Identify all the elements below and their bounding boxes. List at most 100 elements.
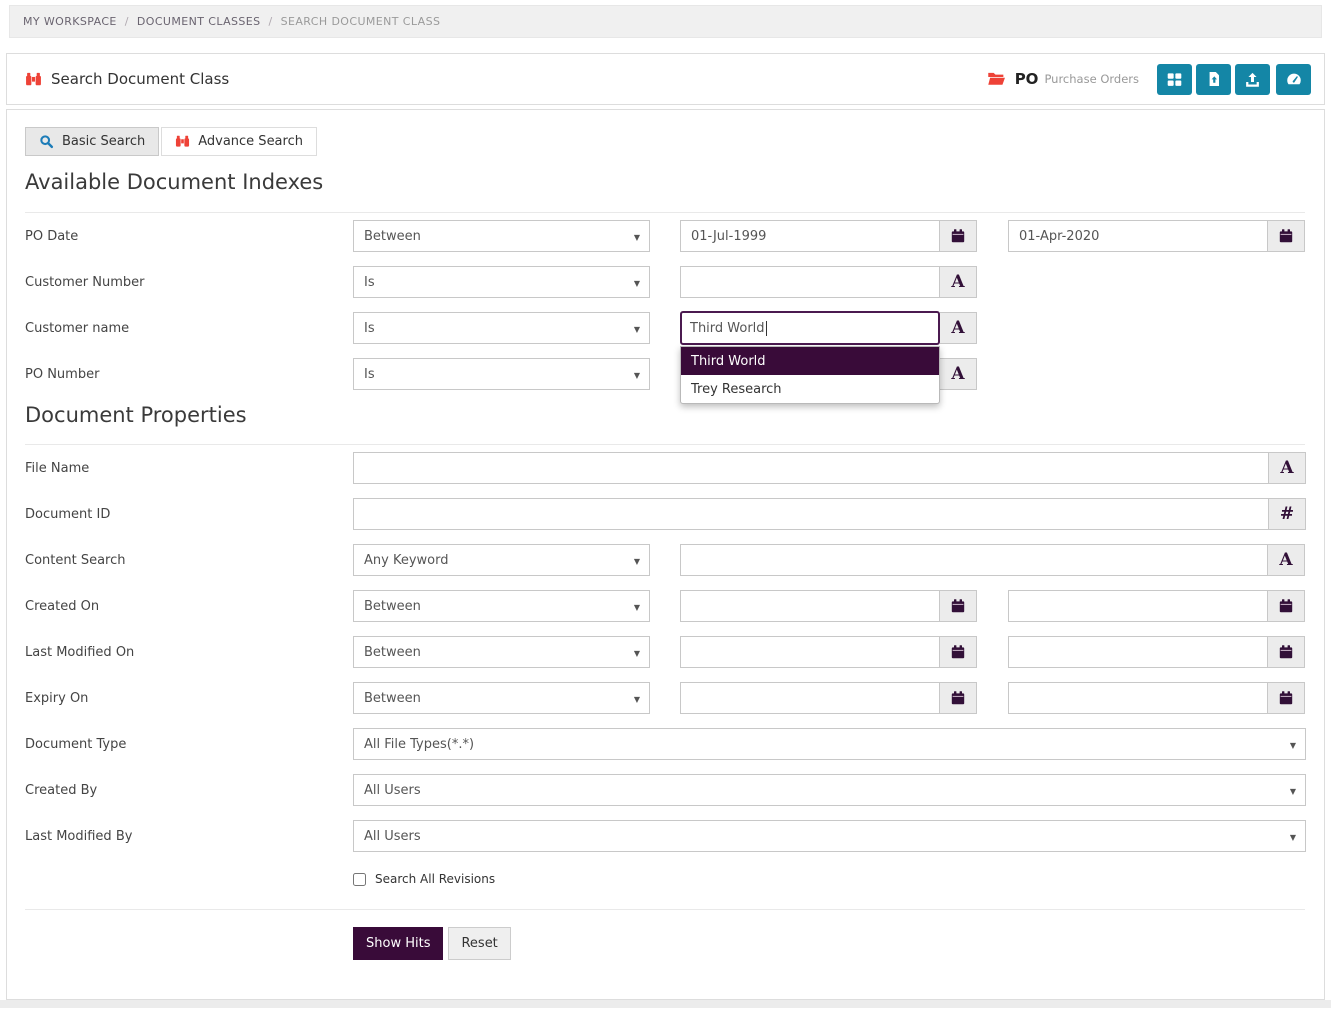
chevron-down-icon: ▼	[634, 371, 640, 380]
suggestion-third-world[interactable]: Third World	[681, 347, 939, 375]
created-on-from-group	[680, 590, 977, 622]
reset-button[interactable]: Reset	[448, 927, 510, 960]
content-search-operator-select[interactable]: Any Keyword ▼	[353, 544, 650, 576]
properties-section-heading: Document Properties	[25, 403, 1305, 427]
created-on-row: Created On Between ▼	[25, 583, 1305, 629]
po-date-from-input[interactable]	[680, 220, 940, 252]
customer-name-row: Customer name Is ▼ Third World A Third W…	[25, 305, 1305, 351]
po-date-to-group	[1008, 220, 1305, 252]
expiry-on-from-group	[680, 682, 977, 714]
created-on-to-calendar-button[interactable]	[1268, 590, 1305, 622]
actions-row: Show Hits Reset	[353, 927, 1305, 960]
customer-number-type-button[interactable]: A	[940, 266, 977, 298]
calendar-icon	[950, 598, 966, 614]
expiry-on-from-input[interactable]	[680, 682, 940, 714]
document-id-group: #	[353, 498, 1306, 530]
created-on-from-input[interactable]	[680, 590, 940, 622]
customer-name-operator-value: Is	[364, 321, 375, 336]
customer-number-group: A	[680, 266, 977, 298]
expiry-on-operator-select[interactable]: Between ▼	[353, 682, 650, 714]
content-search-group: A	[680, 544, 1305, 576]
last-modified-on-to-calendar-button[interactable]	[1268, 636, 1305, 668]
document-id-type-button[interactable]: #	[1269, 498, 1306, 530]
customer-number-input[interactable]	[680, 266, 940, 298]
content-search-operator-value: Any Keyword	[364, 553, 448, 568]
binoculars-icon	[25, 71, 42, 88]
grid-view-button[interactable]	[1157, 64, 1192, 95]
dashboard-button[interactable]	[1276, 64, 1311, 95]
expiry-on-to-input[interactable]	[1008, 682, 1268, 714]
customer-name-input[interactable]: Third World	[680, 311, 940, 345]
document-type-value: All File Types(*.*)	[364, 737, 474, 752]
customer-number-operator-select[interactable]: Is ▼	[353, 266, 650, 298]
created-on-to-input[interactable]	[1008, 590, 1268, 622]
document-type-select[interactable]: All File Types(*.*) ▼	[353, 728, 1306, 760]
customer-number-operator-value: Is	[364, 275, 375, 290]
calendar-icon	[1278, 598, 1294, 614]
last-modified-by-value: All Users	[364, 829, 421, 844]
created-by-select[interactable]: All Users ▼	[353, 774, 1306, 806]
po-number-operator-value: Is	[364, 367, 375, 382]
created-on-label: Created On	[25, 599, 353, 614]
po-date-operator-select[interactable]: Between ▼	[353, 220, 650, 252]
customer-number-label: Customer Number	[25, 275, 353, 290]
last-modified-by-select[interactable]: All Users ▼	[353, 820, 1306, 852]
document-class-code: PO	[1015, 70, 1039, 88]
customer-name-label: Customer name	[25, 321, 353, 336]
po-date-to-input[interactable]	[1008, 220, 1268, 252]
last-modified-on-from-calendar-button[interactable]	[940, 636, 977, 668]
created-by-row: Created By All Users ▼	[25, 767, 1305, 813]
po-date-to-calendar-button[interactable]	[1268, 220, 1305, 252]
po-number-operator-select[interactable]: Is ▼	[353, 358, 650, 390]
tab-basic-search-label: Basic Search	[62, 134, 145, 149]
file-name-input[interactable]	[353, 452, 1269, 484]
po-number-row: PO Number Is ▼ A	[25, 351, 1305, 397]
created-on-operator-select[interactable]: Between ▼	[353, 590, 650, 622]
last-modified-on-from-group	[680, 636, 977, 668]
content-search-type-button[interactable]: A	[1268, 544, 1305, 576]
search-tabs: Basic Search Advance Search	[25, 127, 1305, 156]
po-date-from-calendar-button[interactable]	[940, 220, 977, 252]
last-modified-on-to-input[interactable]	[1008, 636, 1268, 668]
upload-button[interactable]	[1235, 64, 1270, 95]
customer-number-row: Customer Number Is ▼ A	[25, 259, 1305, 305]
suggestion-trey-research[interactable]: Trey Research	[681, 375, 939, 403]
search-panel: Basic Search Advance Search Available Do…	[6, 109, 1325, 1000]
file-name-type-button[interactable]: A	[1269, 452, 1306, 484]
search-all-revisions-checkbox[interactable]	[353, 873, 366, 886]
content-search-input[interactable]	[680, 544, 1268, 576]
tab-advance-search[interactable]: Advance Search	[161, 127, 317, 156]
dashboard-icon	[1285, 70, 1303, 88]
expiry-on-from-calendar-button[interactable]	[940, 682, 977, 714]
breadcrumb-current-page: SEARCH DOCUMENT CLASS	[281, 15, 441, 28]
actions-divider	[25, 909, 1305, 910]
po-number-type-button[interactable]: A	[940, 358, 977, 390]
text-cursor	[766, 321, 767, 336]
export-file-button[interactable]	[1196, 64, 1231, 95]
breadcrumb-my-workspace[interactable]: MY WORKSPACE	[23, 15, 117, 28]
export-file-icon	[1206, 71, 1222, 87]
document-id-label: Document ID	[25, 507, 353, 522]
last-modified-on-from-input[interactable]	[680, 636, 940, 668]
document-id-input[interactable]	[353, 498, 1269, 530]
text-type-icon: A	[951, 274, 964, 291]
calendar-icon	[1278, 690, 1294, 706]
customer-name-type-button[interactable]: A	[940, 312, 977, 344]
document-type-row: Document Type All File Types(*.*) ▼	[25, 721, 1305, 767]
created-on-from-calendar-button[interactable]	[940, 590, 977, 622]
customer-name-operator-select[interactable]: Is ▼	[353, 312, 650, 344]
number-type-icon: #	[1280, 506, 1294, 523]
expiry-on-to-calendar-button[interactable]	[1268, 682, 1305, 714]
expiry-on-operator-value: Between	[364, 691, 421, 706]
breadcrumb-separator: /	[269, 15, 273, 28]
show-hits-button[interactable]: Show Hits	[353, 927, 443, 960]
last-modified-on-operator-select[interactable]: Between ▼	[353, 636, 650, 668]
chevron-down-icon: ▼	[634, 695, 640, 704]
chevron-down-icon: ▼	[1290, 787, 1296, 796]
tab-basic-search[interactable]: Basic Search	[25, 127, 159, 156]
po-number-label: PO Number	[25, 367, 353, 382]
last-modified-on-row: Last Modified On Between ▼	[25, 629, 1305, 675]
breadcrumb-document-classes[interactable]: DOCUMENT CLASSES	[137, 15, 261, 28]
po-date-operator-value: Between	[364, 229, 421, 244]
breadcrumb-separator: /	[125, 15, 129, 28]
